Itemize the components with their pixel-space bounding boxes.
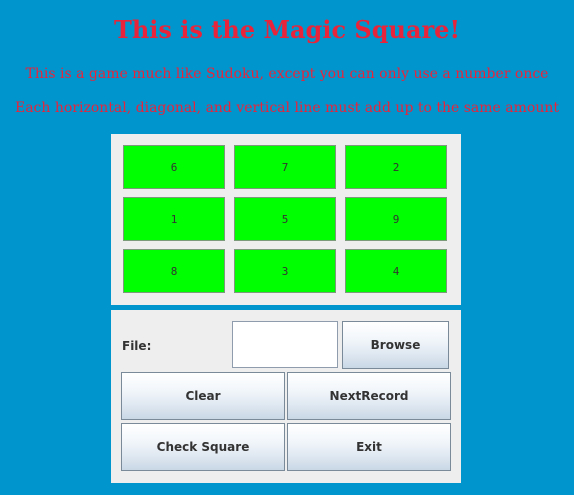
exit-button[interactable]: Exit [287,423,451,471]
grid-cell-2[interactable]: 7 [234,145,336,189]
file-label: File: [122,339,152,353]
grid-cell-3[interactable]: 2 [345,145,447,189]
grid-cell-4[interactable]: 1 [123,197,225,241]
grid-cell-8[interactable]: 3 [234,249,336,293]
grid-cell-1[interactable]: 6 [123,145,225,189]
page-title: This is the Magic Square! [114,15,460,44]
description-line-1: This is a game much like Sudoku, except … [25,66,549,82]
check-square-button[interactable]: Check Square [121,423,285,471]
next-record-button[interactable]: NextRecord [287,372,451,420]
description-line-2: Each horizontal, diagonal, and vertical … [14,100,559,116]
magic-square-panel: 6 7 2 1 5 9 8 3 4 [111,134,461,305]
controls-panel: File: Browse Clear NextRecord Check Squa… [111,310,461,483]
grid-cell-5[interactable]: 5 [234,197,336,241]
file-input[interactable] [232,321,338,368]
browse-button[interactable]: Browse [342,321,449,369]
grid-cell-9[interactable]: 4 [345,249,447,293]
grid-cell-7[interactable]: 8 [123,249,225,293]
grid-cell-6[interactable]: 9 [345,197,447,241]
clear-button[interactable]: Clear [121,372,285,420]
